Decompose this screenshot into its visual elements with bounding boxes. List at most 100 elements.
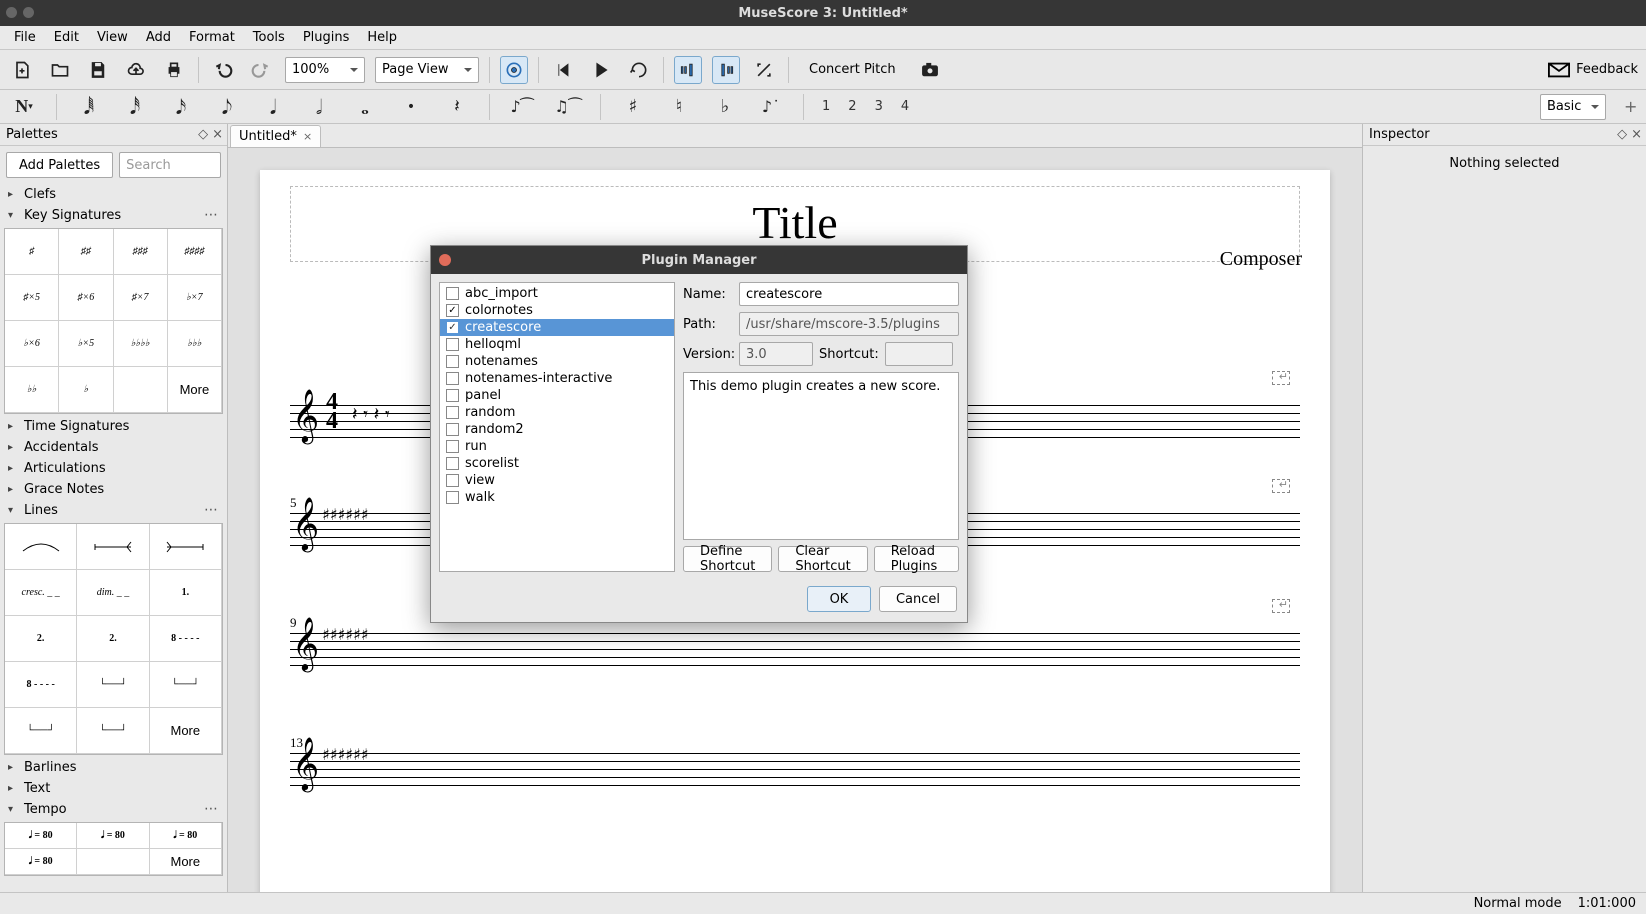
undo-icon[interactable] [209, 56, 237, 84]
plugin-checkbox[interactable] [446, 457, 459, 470]
open-file-icon[interactable] [46, 56, 74, 84]
plugin-row-walk[interactable]: walk [440, 489, 674, 506]
plugin-checkbox[interactable] [446, 338, 459, 351]
menu-file[interactable]: File [6, 28, 44, 47]
voice-4[interactable]: 4 [901, 99, 909, 114]
menu-edit[interactable]: Edit [46, 28, 87, 47]
name-input[interactable]: createscore [739, 282, 959, 306]
plugin-row-scorelist[interactable]: scorelist [440, 455, 674, 472]
menu-add[interactable]: Add [138, 28, 179, 47]
natural-icon[interactable]: ♮ [665, 93, 693, 121]
duration-quarter-icon[interactable]: 𝅘𝅥 [259, 93, 287, 121]
duration-whole-icon[interactable]: 𝅝 [351, 93, 379, 121]
plugin-row-helloqml[interactable]: helloqml [440, 336, 674, 353]
plugin-row-colornotes[interactable]: ✓colornotes [440, 302, 674, 319]
tie-icon[interactable]: ♪⁀ [508, 93, 536, 121]
add-palettes-button[interactable]: Add Palettes [6, 152, 113, 178]
plugin-row-notenames-interactive[interactable]: notenames-interactive [440, 370, 674, 387]
plugin-checkbox[interactable]: ✓ [446, 304, 459, 317]
duration-64th-icon[interactable]: 𝅘𝅥𝅱 [75, 93, 103, 121]
undock-icon[interactable]: ◇ [198, 127, 208, 142]
new-file-icon[interactable] [8, 56, 36, 84]
voice-1[interactable]: 1 [822, 99, 830, 114]
plugin-checkbox[interactable] [446, 474, 459, 487]
duration-half-icon[interactable]: 𝅗𝅥 [305, 93, 333, 121]
palette-item-tempo[interactable]: ▾Tempo⋯ [0, 799, 227, 820]
plugin-list[interactable]: abc_import✓colornotes✓createscorehelloqm… [439, 282, 675, 572]
plugin-checkbox[interactable] [446, 406, 459, 419]
view-mode-combo[interactable]: Page View [375, 57, 479, 83]
palette-item-text[interactable]: ▸Text [0, 778, 227, 799]
palette-item-articulations[interactable]: ▸Articulations [0, 458, 227, 479]
flat-icon[interactable]: ♭ [711, 93, 739, 121]
close-tab-icon[interactable]: × [303, 130, 312, 143]
window-dot[interactable] [23, 7, 34, 18]
menu-help[interactable]: Help [359, 28, 405, 47]
add-workspace-button[interactable]: + [1624, 97, 1636, 116]
palette-item-grace-notes[interactable]: ▸Grace Notes [0, 479, 227, 500]
plugin-row-run[interactable]: run [440, 438, 674, 455]
menu-tools[interactable]: Tools [245, 28, 293, 47]
loop-out-icon[interactable] [712, 56, 740, 84]
concert-pitch-button[interactable]: Concert Pitch [799, 62, 906, 77]
palette-item-time-signatures[interactable]: ▸Time Signatures [0, 416, 227, 437]
plugin-checkbox[interactable] [446, 372, 459, 385]
plugin-row-random[interactable]: random [440, 404, 674, 421]
voice-2[interactable]: 2 [848, 99, 856, 114]
plugin-row-notenames[interactable]: notenames [440, 353, 674, 370]
plugin-checkbox[interactable]: ✓ [446, 321, 459, 334]
voice-3[interactable]: 3 [875, 99, 883, 114]
close-panel-icon[interactable]: × [212, 127, 223, 142]
play-icon[interactable] [587, 56, 615, 84]
plugin-row-panel[interactable]: panel [440, 387, 674, 404]
palette-search-input[interactable]: Search [119, 152, 221, 178]
ok-button[interactable]: OK [807, 586, 871, 612]
slur-icon[interactable]: ♫⁀ [554, 93, 582, 121]
feedback-button[interactable]: Feedback [1548, 62, 1638, 78]
palette-item-clefs[interactable]: ▸Clefs [0, 184, 227, 205]
plugin-checkbox[interactable] [446, 440, 459, 453]
tempo-grid[interactable]: 𝅘𝅥 = 80𝅘𝅥 = 80𝅘𝅥 = 80 𝅘𝅥 = 80More [4, 822, 223, 876]
key-sig-more[interactable]: More [168, 367, 222, 413]
menu-view[interactable]: View [89, 28, 136, 47]
marcato-icon[interactable]: ♪˙ [757, 93, 785, 121]
plugin-checkbox[interactable] [446, 491, 459, 504]
dot-icon[interactable]: • [397, 93, 425, 121]
rewind-icon[interactable] [549, 56, 577, 84]
workspace-combo[interactable]: Basic [1540, 94, 1606, 120]
print-icon[interactable] [160, 56, 188, 84]
rest-icon[interactable]: 𝄽 [443, 93, 471, 121]
palette-item-lines[interactable]: ▾Lines⋯ [0, 500, 227, 521]
count-in-icon[interactable] [750, 56, 778, 84]
zoom-combo[interactable]: 100% [285, 57, 365, 83]
plugin-checkbox[interactable] [446, 423, 459, 436]
reload-plugins-button[interactable]: Reload Plugins [874, 546, 959, 572]
palette-item-barlines[interactable]: ▸Barlines [0, 757, 227, 778]
plugin-checkbox[interactable] [446, 287, 459, 300]
plugin-row-view[interactable]: view [440, 472, 674, 489]
metronome-icon[interactable] [500, 56, 528, 84]
plugin-checkbox[interactable] [446, 355, 459, 368]
lines-grid[interactable]: cresc. _ _dim. _ _1. 2.2.8 - - - - 8 - -… [4, 523, 223, 755]
plugin-checkbox[interactable] [446, 389, 459, 402]
loop-in-icon[interactable] [674, 56, 702, 84]
duration-16th-icon[interactable]: 𝅘𝅥𝅯 [167, 93, 195, 121]
cloud-icon[interactable] [122, 56, 150, 84]
window-dot[interactable] [6, 7, 17, 18]
dialog-close-icon[interactable] [439, 254, 451, 266]
menu-format[interactable]: Format [181, 28, 243, 47]
redo-icon[interactable] [247, 56, 275, 84]
close-panel-icon[interactable]: × [1631, 127, 1642, 142]
plugin-row-abc_import[interactable]: abc_import [440, 285, 674, 302]
undock-icon[interactable]: ◇ [1617, 127, 1627, 142]
sharp-icon[interactable]: ♯ [619, 93, 647, 121]
duration-32nd-icon[interactable]: 𝅘𝅥𝅰 [121, 93, 149, 121]
window-controls[interactable] [6, 7, 34, 18]
menu-plugins[interactable]: Plugins [295, 28, 358, 47]
clear-shortcut-button[interactable]: Clear Shortcut [778, 546, 867, 572]
duration-8th-icon[interactable]: 𝅘𝅥𝅮 [213, 93, 241, 121]
lines-more[interactable]: More [150, 708, 222, 754]
palette-item-accidentals[interactable]: ▸Accidentals [0, 437, 227, 458]
tempo-more[interactable]: More [150, 849, 222, 875]
camera-icon[interactable] [916, 56, 944, 84]
